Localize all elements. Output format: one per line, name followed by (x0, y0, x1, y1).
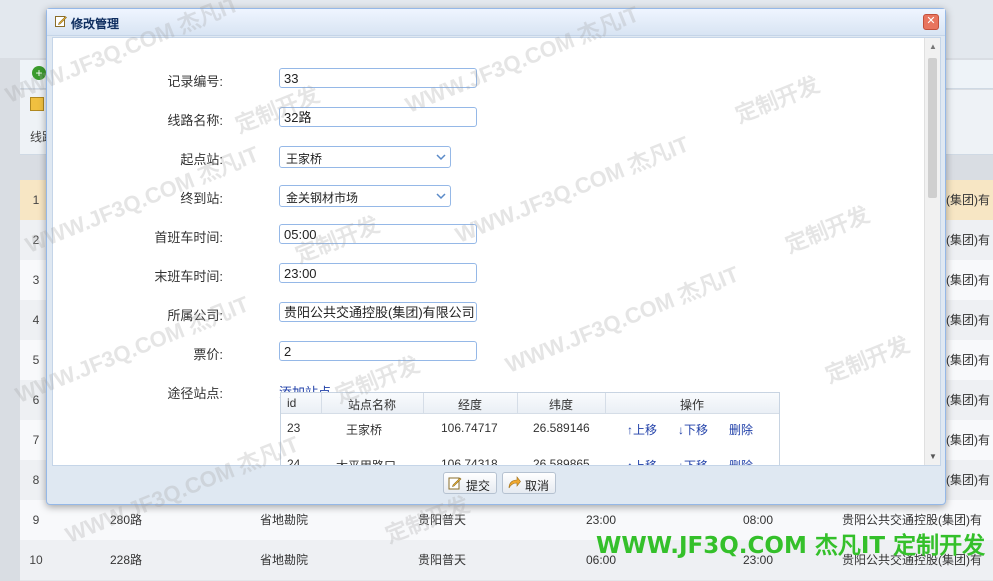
company-label: 所属公司: (167, 308, 223, 323)
delete-link[interactable]: 删除 (729, 421, 753, 438)
row-number: 10 (29, 553, 43, 567)
row-start: 省地勘院 (260, 553, 309, 567)
col-latitude: 纬度 (548, 398, 573, 412)
row-company: (集团)有 (946, 313, 990, 327)
row-company: (集团)有 (946, 353, 990, 367)
move-down-link[interactable]: ↓下移 (678, 457, 708, 465)
row-number: 6 (32, 393, 40, 407)
stops-label: 途径站点: (167, 386, 223, 401)
row-end: 贵阳普天 (418, 513, 467, 527)
start-station-select[interactable]: 王家桥 (279, 146, 451, 168)
stop-id: 24 (287, 457, 301, 466)
stop-latitude: 26.589865 (533, 457, 590, 466)
edit-icon (55, 16, 67, 27)
close-icon[interactable]: ✕ (923, 14, 939, 30)
row-start: 省地勘院 (260, 513, 309, 527)
row-route: 280路 (110, 513, 143, 527)
cancel-label: 取消 (525, 479, 550, 493)
dialog-footer: 提交 取消 (52, 467, 939, 500)
move-up-link[interactable]: ↑上移 (627, 457, 657, 465)
row-number: 9 (32, 513, 40, 527)
cancel-button[interactable]: 取消 (502, 472, 556, 494)
dialog-body: 记录编号: 33 线路名称: 32路 起点站: 王家桥 终到站: 金关钢材市场 … (52, 37, 941, 466)
record-no-label: 记录编号: (167, 74, 223, 89)
row-company: (集团)有 (946, 393, 990, 407)
row-number: 1 (32, 193, 40, 207)
fare-field[interactable]: 2 (279, 341, 477, 361)
edit-dialog: 修改管理 ✕ 记录编号: 33 线路名称: 32路 起点站: 王家桥 终到站: … (46, 8, 946, 505)
stops-grid-header: id 站点名称 经度 纬度 操作 (281, 393, 779, 414)
start-station-label: 起点站: (180, 152, 223, 167)
row-number: 7 (32, 433, 40, 447)
undo-icon (508, 476, 521, 489)
dialog-scrollbar[interactable]: ▲ ▼ (924, 38, 940, 465)
first-bus-label: 首班车时间: (154, 230, 223, 245)
chevron-down-icon[interactable] (435, 190, 447, 202)
company-field[interactable]: 贵阳公共交通控股(集团)有限公司 (279, 302, 477, 322)
col-id: id (287, 396, 297, 410)
row-company: (集团)有 (946, 233, 990, 247)
move-down-link[interactable]: ↓下移 (678, 421, 708, 438)
row-company: (集团)有 (946, 273, 990, 287)
row-number: 8 (32, 473, 40, 487)
table-row: 23 王家桥 106.74717 26.589146 ↑上移 ↓下移 删除 (281, 421, 779, 455)
last-bus-label: 末班车时间: (154, 269, 223, 284)
start-station-value: 王家桥 (286, 152, 323, 166)
edit-icon (448, 477, 462, 490)
submit-label: 提交 (466, 479, 491, 493)
row-route: 228路 (110, 553, 143, 567)
fare-label: 票价: (193, 347, 223, 362)
stop-longitude: 106.74717 (441, 421, 498, 435)
stop-id: 23 (287, 421, 301, 435)
stop-latitude: 26.589146 (533, 421, 590, 435)
record-no-field[interactable]: 33 (279, 68, 477, 88)
end-station-value: 金关钢材市场 (286, 191, 359, 205)
stops-grid: id 站点名称 经度 纬度 操作 23 王家桥 106.74717 26.589… (280, 392, 780, 466)
add-icon[interactable]: + (32, 66, 46, 80)
end-station-select[interactable]: 金关钢材市场 (279, 185, 451, 207)
move-up-link[interactable]: ↑上移 (627, 421, 657, 438)
scroll-down-icon[interactable]: ▼ (929, 452, 937, 461)
edit-icon[interactable] (30, 97, 44, 111)
row-number: 5 (32, 353, 40, 367)
route-name-field[interactable]: 32路 (279, 107, 477, 127)
footer-watermark: WWW.JF3Q.COM 杰凡IT 定制开发 (596, 533, 986, 559)
scrollbar-thumb[interactable] (928, 58, 937, 198)
stop-longitude: 106.74318 (441, 457, 498, 466)
dialog-title: 修改管理 (71, 17, 120, 31)
delete-link[interactable]: 删除 (729, 457, 753, 465)
row-end: 贵阳普天 (418, 553, 467, 567)
row-number: 2 (32, 233, 40, 247)
row-number: 3 (32, 273, 40, 287)
row-number: 4 (32, 313, 40, 327)
row-company: (集团)有 (946, 433, 990, 447)
first-bus-field[interactable]: 05:00 (279, 224, 477, 244)
table-row: 24 太平甲路口 106.74318 26.589865 ↑上移 ↓下移 删除 (281, 457, 779, 466)
stop-name: 太平甲路口 (336, 459, 397, 466)
submit-button[interactable]: 提交 (443, 472, 497, 494)
stop-name: 王家桥 (346, 423, 383, 437)
col-operations: 操作 (679, 398, 704, 412)
chevron-down-icon[interactable] (435, 151, 447, 163)
row-company: (集团)有 (946, 193, 990, 207)
route-name-label: 线路名称: (167, 113, 223, 128)
last-bus-field[interactable]: 23:00 (279, 263, 477, 283)
col-longitude: 经度 (457, 398, 482, 412)
col-station-name: 站点名称 (347, 398, 396, 412)
end-station-label: 终到站: (180, 191, 223, 206)
dialog-titlebar[interactable]: 修改管理 ✕ (47, 9, 945, 36)
scroll-up-icon[interactable]: ▲ (929, 42, 937, 51)
row-company: (集团)有 (946, 473, 990, 487)
